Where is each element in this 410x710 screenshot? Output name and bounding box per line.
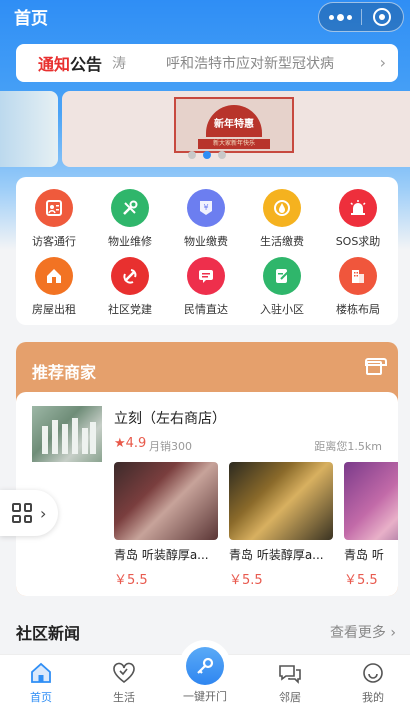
visitor-icon — [35, 189, 73, 227]
news-more-link[interactable]: 查看更多 › — [330, 622, 396, 642]
notice-label-red: 通知 — [38, 55, 71, 74]
star-icon: ★ — [114, 436, 126, 451]
section-title: 推荐商家 — [32, 363, 97, 382]
service-label: SOS求助 — [335, 235, 381, 248]
news-section-title: 社区新闻 — [16, 624, 81, 643]
banner-carousel[interactable]: 新年特惠 新大家新年快乐 — [0, 91, 410, 167]
service-visitor[interactable]: 访客通行 — [16, 189, 92, 249]
chevron-right-icon: › — [385, 625, 396, 641]
notice-prev-text: 涛 — [112, 56, 127, 72]
service-label: 房屋出租 — [32, 303, 76, 316]
service-label: 物业维修 — [108, 235, 152, 248]
notice-label: 公告 — [70, 55, 103, 74]
banner-slide-prev — [0, 91, 58, 167]
one-key-open-label: 一键开门 — [183, 690, 227, 703]
chevron-right-icon: › — [40, 503, 47, 523]
merchant-name: 立刻（左右商店） — [114, 411, 226, 427]
product-name: 青岛 听装醇厚a... — [114, 548, 209, 562]
product-card[interactable]: 青岛 听 ￥5.5 — [344, 462, 398, 588]
mini-program-capsule — [318, 2, 404, 32]
grid-icon — [12, 503, 32, 523]
service-sos[interactable]: SOS求助 — [320, 189, 396, 249]
product-image — [344, 462, 398, 540]
alarm-icon — [339, 189, 377, 227]
service-join[interactable]: 入驻小区 — [244, 257, 320, 317]
notice-text: 呼和浩特市应对新型冠状病 — [166, 56, 335, 72]
merchant-thumbnail — [32, 406, 102, 462]
banner-dot — [188, 151, 196, 159]
tab-home[interactable]: 首页 — [11, 661, 71, 705]
product-name: 青岛 听装醇厚a... — [229, 548, 324, 562]
tab-neighbor[interactable]: 邻居 — [260, 661, 320, 705]
close-button[interactable] — [362, 8, 403, 26]
service-label: 物业缴费 — [184, 235, 228, 248]
product-price: ￥5.5 — [229, 573, 263, 588]
product-image — [229, 462, 333, 540]
product-list: 青岛 听装醇厚a... ￥5.5 青岛 听装醇厚a... ￥5.5 青岛 听 ￥… — [114, 462, 398, 588]
chevron-right-icon: › — [379, 53, 386, 72]
message-icon — [187, 257, 225, 295]
building-icon — [339, 257, 377, 295]
product-price: ￥5.5 — [344, 573, 378, 588]
service-label: 生活缴费 — [260, 235, 304, 248]
chat-icon — [277, 661, 303, 685]
wrench-icon — [111, 189, 149, 227]
merchant-rating: ★4.9 — [114, 436, 147, 451]
service-utility-fee[interactable]: 生活缴费 — [244, 189, 320, 249]
service-property-fee[interactable]: ¥ 物业缴费 — [168, 189, 244, 249]
heart-icon — [111, 661, 137, 685]
service-label: 楼栋布局 — [336, 303, 380, 316]
service-grid: 访客通行 物业维修 ¥ 物业缴费 生活缴费 SOS求助 房屋出租 社区党建 民情… — [16, 177, 398, 325]
recommended-merchants: 推荐商家 立刻（左右商店） ★4.9 月销300 距离您1.5km 青岛 听装醇… — [16, 342, 398, 596]
product-card[interactable]: 青岛 听装醇厚a... ￥5.5 — [114, 462, 218, 588]
banner-ribbon: 新大家新年快乐 — [198, 139, 270, 149]
banner-image: 新年特惠 新大家新年快乐 — [174, 97, 294, 153]
drop-icon — [263, 189, 301, 227]
house-icon — [35, 257, 73, 295]
shop-icon[interactable] — [365, 358, 387, 375]
product-name: 青岛 听 — [344, 548, 384, 562]
more-menu-button[interactable] — [319, 13, 361, 21]
svg-text:¥: ¥ — [203, 203, 208, 212]
one-key-open-button[interactable] — [179, 640, 231, 692]
tab-life[interactable]: 生活 — [94, 661, 154, 705]
notice-bar[interactable]: 通知 公告 涛 呼和浩特市应对新型冠状病 › — [16, 44, 398, 82]
service-building[interactable]: 楼栋布局 — [320, 257, 396, 317]
key-icon — [186, 647, 224, 685]
notice-marquee: 涛 呼和浩特市应对新型冠状病 — [112, 53, 352, 73]
product-image — [114, 462, 218, 540]
service-party[interactable]: 社区党建 — [92, 257, 168, 317]
close-icon — [373, 8, 392, 26]
banner-dot-active — [203, 151, 211, 159]
product-card[interactable]: 青岛 听装醇厚a... ￥5.5 — [229, 462, 333, 588]
service-label: 民情直达 — [184, 303, 228, 316]
merchant-sales: 月销300 — [149, 440, 192, 453]
service-label: 入驻小区 — [260, 303, 304, 316]
tab-mine[interactable]: 我的 — [343, 661, 403, 705]
edit-icon — [263, 257, 301, 295]
merchant-distance: 距离您1.5km — [314, 440, 382, 453]
floating-menu-button[interactable]: › — [0, 490, 58, 536]
service-house-rental[interactable]: 房屋出租 — [16, 257, 92, 317]
home-icon — [28, 661, 54, 685]
yen-icon: ¥ — [187, 189, 225, 227]
service-repair[interactable]: 物业维修 — [92, 189, 168, 249]
product-price: ￥5.5 — [114, 573, 148, 588]
banner-badge: 新年特惠 — [214, 119, 254, 130]
merchant-card[interactable]: 立刻（左右商店） ★4.9 月销300 距离您1.5km 青岛 听装醇厚a...… — [16, 392, 398, 596]
banner-slide-current[interactable]: 新年特惠 新大家新年快乐 — [62, 91, 410, 167]
party-icon — [111, 257, 149, 295]
banner-dot — [218, 151, 226, 159]
smile-icon — [360, 661, 386, 685]
service-label: 访客通行 — [32, 235, 76, 248]
service-label: 社区党建 — [108, 303, 152, 316]
page-title: 首页 — [14, 9, 48, 29]
banner-indicator — [188, 151, 226, 159]
service-opinion[interactable]: 民情直达 — [168, 257, 244, 317]
